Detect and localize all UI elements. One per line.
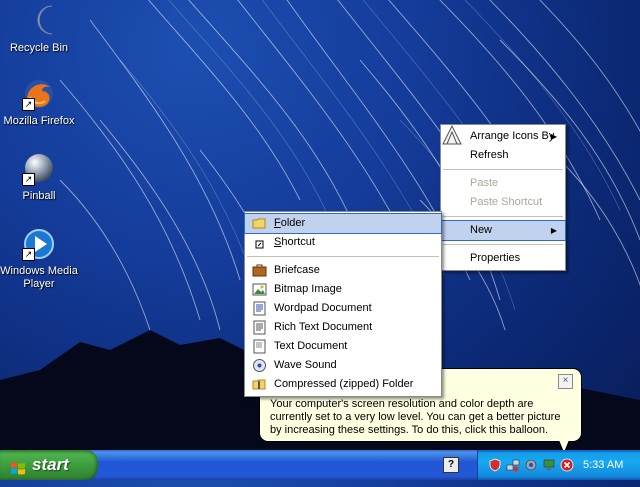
menu-item-new[interactable]: New ▶ [440, 220, 566, 241]
recycle-bin-icon [22, 4, 56, 38]
desktop-icon-label: Recycle Bin [9, 42, 69, 54]
zipped-folder-icon [252, 377, 267, 392]
menu-separator [247, 256, 439, 257]
menu-item-new-rich-text-document[interactable]: Rich Text Document [245, 318, 441, 337]
menu-item-new-briefcase[interactable]: Briefcase [245, 261, 441, 280]
balloon-message-line: currently set to a very low level. You c… [270, 411, 561, 423]
menu-item-new-wave-sound[interactable]: Wave Sound [245, 356, 441, 375]
media-player-icon: ↗ [22, 227, 56, 261]
shortcut-arrow-icon: ↗ [22, 98, 35, 111]
security-shield-icon[interactable] [488, 458, 502, 472]
menu-item-paste: Paste [470, 177, 499, 189]
clock[interactable]: 5:33 AM [583, 459, 623, 471]
menu-separator [443, 244, 563, 245]
shortcut-icon [252, 235, 267, 250]
menu-item-refresh[interactable]: Refresh [441, 146, 565, 165]
briefcase-icon [252, 263, 267, 278]
new-submenu: Folder Shortcut Briefcase Bitmap Image W… [244, 211, 442, 397]
start-label: start [32, 455, 69, 474]
desktop-icon-pinball[interactable]: ↗ Pinball [0, 152, 81, 203]
menu-item-new-compressed-folder[interactable]: Compressed (zipped) Folder [245, 375, 441, 394]
help-icon[interactable]: ? [443, 457, 459, 473]
menu-item-paste-shortcut: Paste Shortcut [470, 196, 543, 208]
menu-separator [443, 169, 563, 170]
rich-text-document-icon [252, 320, 267, 335]
pinball-icon: ↗ [22, 152, 56, 186]
shortcut-arrow-icon: ↗ [22, 173, 35, 186]
desktop-icon-label: Mozilla Firefox [3, 115, 75, 127]
alert-icon[interactable] [560, 458, 574, 472]
desktop-icon-label: Windows Media Player [0, 265, 78, 290]
desktop-icon-mozilla-firefox[interactable]: ↗ Mozilla Firefox [0, 77, 81, 128]
text-document-icon [252, 339, 267, 354]
balloon-message-line: by increasing these settings. To do this… [270, 424, 549, 436]
close-icon[interactable]: × [558, 374, 573, 389]
windows-flag-icon [10, 457, 26, 475]
settings-icon[interactable] [524, 458, 538, 472]
menu-item-new-folder[interactable]: Folder [244, 213, 442, 234]
menu-item-arrange-icons-by[interactable]: Arrange Icons By ▶ [441, 124, 565, 146]
menu-item-new-shortcut[interactable]: Shortcut [245, 233, 441, 252]
start-button[interactable]: start [0, 450, 98, 480]
shortcut-arrow-icon: ↗ [22, 248, 35, 261]
desktop-icon-label: Pinball [22, 190, 56, 202]
balloon-message-line: Your computer's screen resolution and co… [270, 398, 534, 410]
network-icon[interactable] [506, 458, 520, 472]
desktop-icon-recycle-bin[interactable]: Recycle Bin [0, 4, 81, 55]
menu-item-new-text-document[interactable]: Text Document [245, 337, 441, 356]
wave-sound-icon [252, 358, 267, 373]
menu-separator [443, 216, 563, 217]
menu-item-properties[interactable]: Properties [441, 249, 565, 268]
bitmap-image-icon [252, 282, 267, 297]
desktop-context-menu: Arrange Icons By ▶ Refresh Paste Paste S… [440, 124, 566, 271]
desktop-icon-windows-media-player[interactable]: ↗ Windows Media Player [0, 227, 81, 291]
display-icon[interactable] [542, 458, 556, 472]
wordpad-document-icon [252, 301, 267, 316]
arrange-icons-icon [441, 124, 463, 146]
menu-item-new-wordpad-document[interactable]: Wordpad Document [245, 299, 441, 318]
firefox-icon: ↗ [22, 77, 56, 111]
submenu-arrow-icon: ▶ [550, 226, 557, 235]
menu-item-new-bitmap-image[interactable]: Bitmap Image [245, 280, 441, 299]
folder-icon [252, 216, 267, 231]
submenu-arrow-icon: ▶ [550, 132, 557, 141]
